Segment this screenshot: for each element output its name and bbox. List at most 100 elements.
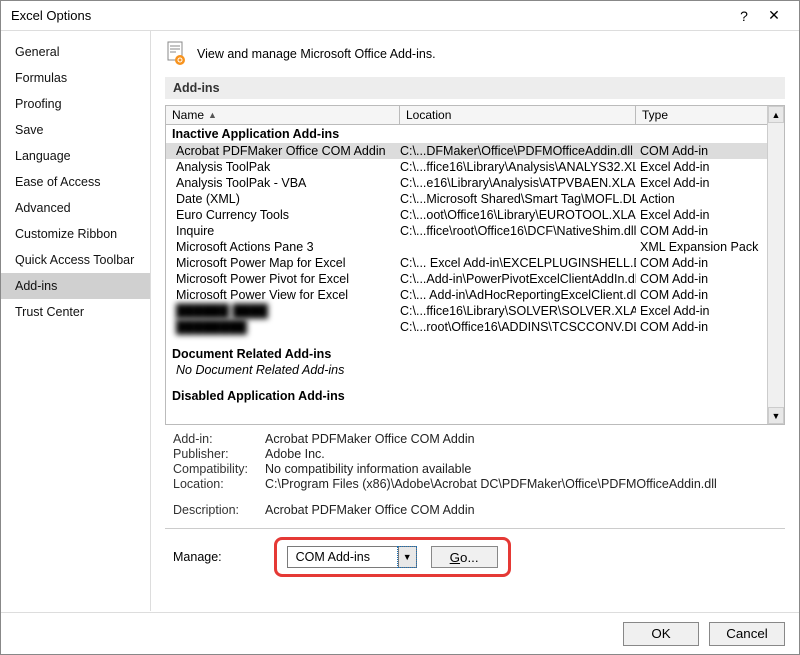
addin-type: COM Add-in <box>636 272 767 286</box>
addin-type: Excel Add-in <box>636 176 767 190</box>
addin-name: Microsoft Power View for Excel <box>166 288 400 302</box>
detail-addin-value: Acrobat PDFMaker Office COM Addin <box>265 432 785 446</box>
sidebar-item-proofing[interactable]: Proofing <box>1 91 150 117</box>
divider <box>165 528 785 529</box>
addin-location: C:\...ffice\root\Office16\DCF\NativeShim… <box>400 224 636 238</box>
addin-row[interactable]: Analysis ToolPak - VBAC:\...e16\Library\… <box>166 175 767 191</box>
scroll-up-icon[interactable]: ▲ <box>768 106 784 123</box>
addin-location: C:\...root\Office16\ADDINS\TCSCCONV.DLL <box>400 320 636 334</box>
addin-row[interactable]: Analysis ToolPakC:\...ffice16\Library\An… <box>166 159 767 175</box>
addin-location: C:\...oot\Office16\Library\EUROTOOL.XLAM <box>400 208 636 222</box>
sidebar-item-general[interactable]: General <box>1 39 150 65</box>
addin-name: Microsoft Actions Pane 3 <box>166 240 400 254</box>
sidebar-item-trust-center[interactable]: Trust Center <box>1 299 150 325</box>
detail-desc-label: Description: <box>173 503 265 517</box>
sidebar: GeneralFormulasProofingSaveLanguageEase … <box>1 31 151 611</box>
addin-type: Excel Add-in <box>636 208 767 222</box>
addin-type: Excel Add-in <box>636 160 767 174</box>
addin-location: C:\...DFMaker\Office\PDFMOfficeAddin.dll <box>400 144 636 158</box>
addin-location: C:\... Add-in\AdHocReportingExcelClient.… <box>400 288 636 302</box>
detail-addin-label: Add-in: <box>173 432 265 446</box>
scroll-down-icon[interactable]: ▼ <box>768 407 784 424</box>
addin-type: Action <box>636 192 767 206</box>
addin-name: Analysis ToolPak <box>166 160 400 174</box>
group-header: Inactive Application Add-ins <box>166 125 767 143</box>
column-header-name[interactable]: Name▲ <box>166 106 400 124</box>
footer: OK Cancel <box>1 612 799 654</box>
addin-location: C:\... Excel Add-in\EXCELPLUGINSHELL.DLL <box>400 256 636 270</box>
window-title: Excel Options <box>11 8 729 23</box>
addin-name: Microsoft Power Pivot for Excel <box>166 272 400 286</box>
column-header-location[interactable]: Location <box>400 106 636 124</box>
addin-type: Excel Add-in <box>636 304 767 318</box>
sidebar-item-save[interactable]: Save <box>1 117 150 143</box>
addin-name: Date (XML) <box>166 192 400 206</box>
addin-row[interactable]: Date (XML)C:\...Microsoft Shared\Smart T… <box>166 191 767 207</box>
go-button[interactable]: Go... <box>431 546 498 568</box>
addin-name: ████████ <box>166 320 400 334</box>
addin-details: Add-in:Acrobat PDFMaker Office COM Addin… <box>165 431 785 518</box>
addin-type: COM Add-in <box>636 256 767 270</box>
addin-name: Inquire <box>166 224 400 238</box>
addin-row[interactable]: Microsoft Power View for ExcelC:\... Add… <box>166 287 767 303</box>
addin-row[interactable]: Microsoft Actions Pane 3 XML Expansion Pa… <box>166 239 767 255</box>
manage-selected: COM Add-ins <box>288 550 398 564</box>
addin-location <box>400 240 636 254</box>
titlebar: Excel Options ? ✕ <box>1 1 799 31</box>
sidebar-item-advanced[interactable]: Advanced <box>1 195 150 221</box>
detail-compat-label: Compatibility: <box>173 462 265 476</box>
section-title: Add-ins <box>165 77 785 99</box>
addins-list: Name▲ Location Type Inactive Application… <box>165 105 785 425</box>
addin-row[interactable]: Microsoft Power Map for ExcelC:\... Exce… <box>166 255 767 271</box>
addin-name: Analysis ToolPak - VBA <box>166 176 400 190</box>
addin-row[interactable]: ████████C:\...root\Office16\ADDINS\TCSCC… <box>166 319 767 335</box>
detail-publisher-label: Publisher: <box>173 447 265 461</box>
group-header: No Document Related Add-ins <box>166 363 767 377</box>
sidebar-item-add-ins[interactable]: Add-ins <box>1 273 150 299</box>
sidebar-item-language[interactable]: Language <box>1 143 150 169</box>
sidebar-item-quick-access-toolbar[interactable]: Quick Access Toolbar <box>1 247 150 273</box>
annotation-highlight: COM Add-ins ▼ Go... <box>274 537 511 577</box>
sidebar-item-ease-of-access[interactable]: Ease of Access <box>1 169 150 195</box>
go-text: o... <box>460 550 479 565</box>
sort-asc-icon: ▲ <box>208 110 217 120</box>
addin-location: C:\...ffice16\Library\SOLVER\SOLVER.XLAM <box>400 304 636 318</box>
group-header: Disabled Application Add-ins <box>166 387 767 405</box>
addin-type: COM Add-in <box>636 144 767 158</box>
detail-publisher-value: Adobe Inc. <box>265 447 785 461</box>
addin-type: XML Expansion Pack <box>636 240 767 254</box>
detail-desc-value: Acrobat PDFMaker Office COM Addin <box>265 503 785 517</box>
addin-row[interactable]: Acrobat PDFMaker Office COM AddinC:\...D… <box>166 143 767 159</box>
sidebar-item-customize-ribbon[interactable]: Customize Ribbon <box>1 221 150 247</box>
addin-location: C:\...ffice16\Library\Analysis\ANALYS32.… <box>400 160 636 174</box>
manage-dropdown[interactable]: COM Add-ins ▼ <box>287 546 417 568</box>
addin-type: COM Add-in <box>636 288 767 302</box>
detail-location-value: C:\Program Files (x86)\Adobe\Acrobat DC\… <box>265 477 785 491</box>
addin-name: Microsoft Power Map for Excel <box>166 256 400 270</box>
addin-location: C:\...Add-in\PowerPivotExcelClientAddIn.… <box>400 272 636 286</box>
addin-name: ██████ ████ <box>166 304 400 318</box>
scrollbar[interactable]: ▲ ▼ <box>767 106 784 424</box>
chevron-down-icon[interactable]: ▼ <box>398 547 416 567</box>
close-icon[interactable]: ✕ <box>759 7 789 24</box>
content-pane: View and manage Microsoft Office Add-ins… <box>151 31 799 611</box>
ok-button[interactable]: OK <box>623 622 699 646</box>
group-header: Document Related Add-ins <box>166 345 767 363</box>
sidebar-item-formulas[interactable]: Formulas <box>1 65 150 91</box>
addin-name: Acrobat PDFMaker Office COM Addin <box>166 144 400 158</box>
detail-location-label: Location: <box>173 477 265 491</box>
manage-label: Manage: <box>173 550 222 564</box>
column-header-type[interactable]: Type <box>636 106 767 124</box>
cancel-button[interactable]: Cancel <box>709 622 785 646</box>
addin-row[interactable]: Euro Currency ToolsC:\...oot\Office16\Li… <box>166 207 767 223</box>
addin-row[interactable]: ██████ ████C:\...ffice16\Library\SOLVER\… <box>166 303 767 319</box>
addin-row[interactable]: Microsoft Power Pivot for ExcelC:\...Add… <box>166 271 767 287</box>
addin-type: COM Add-in <box>636 320 767 334</box>
addin-row[interactable]: InquireC:\...ffice\root\Office16\DCF\Nat… <box>166 223 767 239</box>
addins-icon <box>165 41 187 67</box>
page-heading: View and manage Microsoft Office Add-ins… <box>197 47 436 61</box>
help-icon[interactable]: ? <box>729 8 759 24</box>
addin-location: C:\...Microsoft Shared\Smart Tag\MOFL.DL… <box>400 192 636 206</box>
addin-name: Euro Currency Tools <box>166 208 400 222</box>
addin-type: COM Add-in <box>636 224 767 238</box>
